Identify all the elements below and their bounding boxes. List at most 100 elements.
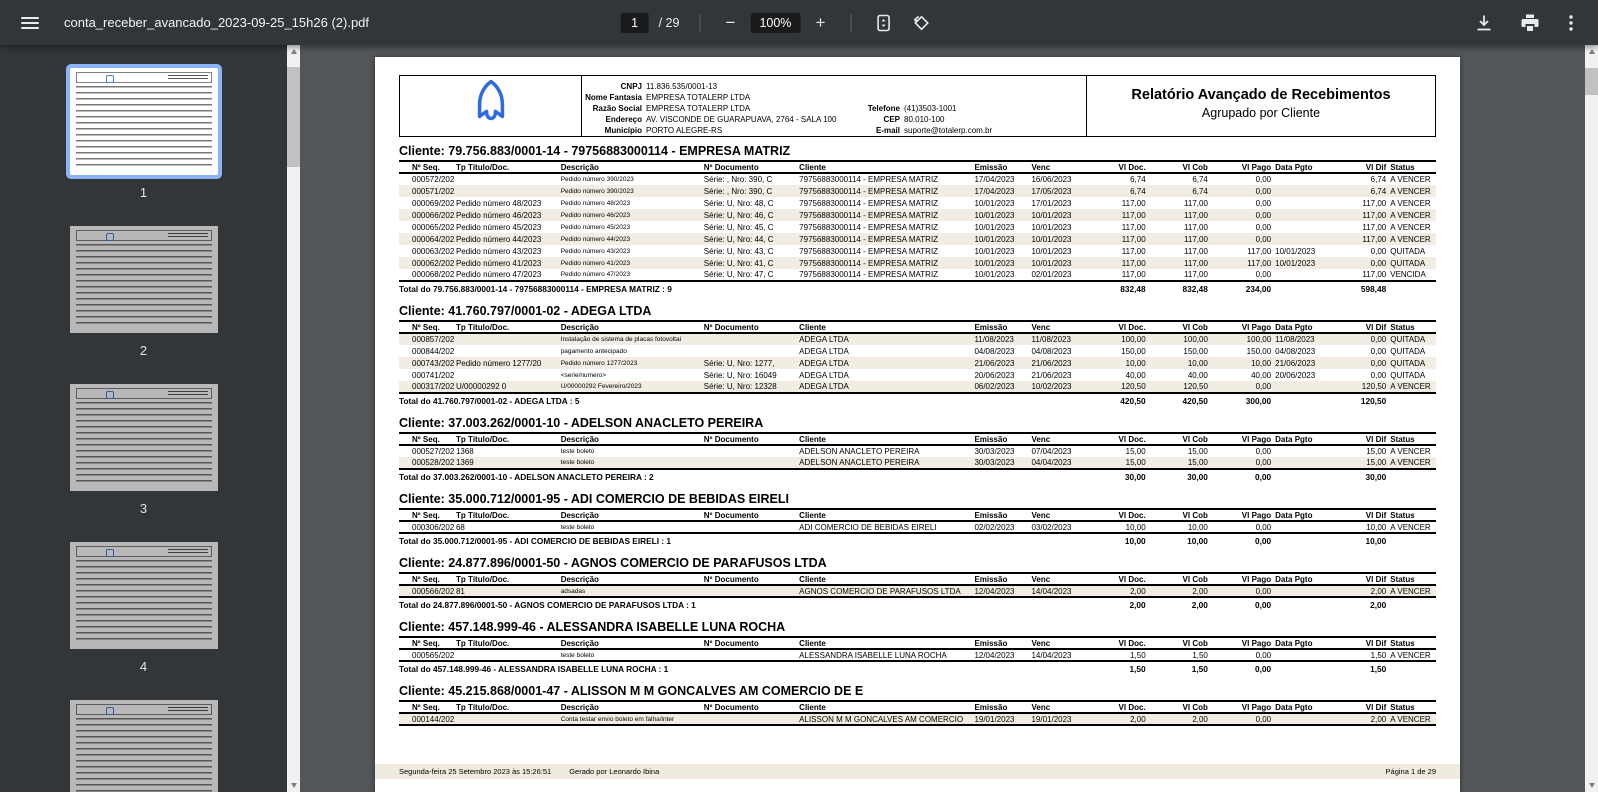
table-cell: 10,00 — [1147, 357, 1210, 369]
column-header: Descrição — [558, 636, 702, 650]
table-cell: 16/06/2023 — [1031, 175, 1072, 184]
table-cell: Pedido número 48/2023 — [560, 199, 631, 207]
field-value: 11.836.535/0001-13 — [646, 82, 718, 91]
column-header: Vl Dif — [1333, 700, 1389, 714]
table-cell: ADELSON ANACLETO PEREIRA — [797, 457, 973, 470]
sidebar-scrollbar-thumb[interactable] — [287, 67, 300, 167]
total-value: 2,00 — [1370, 600, 1387, 610]
column-header: Nº Documento — [701, 572, 798, 586]
table-cell: A VENCER — [1388, 585, 1436, 598]
thumbnail-page-preview[interactable] — [69, 700, 218, 792]
column-header: Tp Título/Doc. — [453, 508, 559, 522]
page-thumbnail-1[interactable]: 1 — [65, 64, 222, 200]
thumbnail-page-preview[interactable] — [69, 226, 218, 333]
scroll-down-arrow[interactable] — [1585, 779, 1598, 792]
column-header: Vl Dif — [1333, 572, 1389, 586]
fit-page-button[interactable] — [867, 5, 899, 41]
table-cell: Pedido número 390/2023 — [558, 185, 702, 197]
page-thumbnail-2[interactable]: 2 — [69, 226, 218, 358]
zoom-in-button[interactable]: + — [806, 9, 834, 37]
total-label: Total do 79.756.883/0001-14 - 7975688300… — [399, 284, 672, 294]
page-number-input[interactable] — [620, 12, 649, 33]
total-label: Total do 457.148.999-46 - ALESSANDRA ISA… — [399, 664, 669, 674]
table-cell: 6,74 — [1192, 175, 1208, 184]
column-header: Vl Doc. — [1087, 636, 1148, 650]
sidebar-scrollbar[interactable] — [287, 45, 300, 792]
table-cell: 10/01/2023 — [1031, 246, 1072, 256]
table-cell: Instalação de sistema de placas fotovolt… — [558, 333, 702, 345]
table-cell: 150,00 — [1183, 346, 1208, 356]
table-cell: Pedido número 48/2023 — [455, 198, 542, 208]
table-cell: 79756883000114 - EMPRESA MATRIZ — [797, 269, 973, 282]
scroll-up-arrow[interactable] — [287, 45, 300, 58]
table-row: 000063/2023Pedido número 43/2023Pedido n… — [399, 245, 1436, 257]
table-header-row: Nº Seq. Tp Título/Doc. Descrição Nº Documen… — [399, 508, 1436, 522]
zoom-out-button[interactable]: − — [716, 9, 744, 37]
download-button[interactable] — [1464, 5, 1504, 41]
column-header: Vl Cob — [1147, 508, 1210, 522]
print-button[interactable] — [1510, 5, 1550, 41]
table-cell: 100,00 — [1087, 333, 1148, 345]
total-value: 420,50 — [1182, 396, 1208, 406]
table-cell: 0,00 — [1333, 333, 1389, 345]
total-value — [1388, 393, 1436, 406]
zoom-level[interactable]: 100% — [750, 12, 801, 33]
column-header: Tp Título/Doc. — [453, 320, 559, 334]
table-row: 000565/2023 teste boleto ALESSANDRA ISABEL… — [399, 649, 1436, 662]
total-value — [1388, 597, 1436, 610]
toolbar: conta_receber_avancado_2023-09-25_15h26 … — [0, 0, 1598, 45]
page-thumbnail-4[interactable]: 4 — [69, 542, 218, 674]
scroll-down-arrow[interactable] — [287, 779, 300, 792]
table-cell: teste boleto — [558, 521, 702, 534]
column-header: Data Pgto — [1273, 320, 1334, 334]
field-label: Razão Social — [592, 104, 642, 113]
table-cell: Série: U, Nro: 45, C — [703, 222, 774, 232]
table-cell: ADELSON ANACLETO PEREIRA — [799, 447, 920, 456]
thumbnail-mini-header — [75, 388, 212, 399]
menu-button[interactable] — [10, 5, 50, 41]
table-cell: Pedido número 43/2023 — [455, 246, 542, 256]
thumbnail-mini-content — [75, 546, 212, 645]
table-cell: 117,00 — [1333, 209, 1389, 221]
table-cell: 10/01/2023 — [1031, 222, 1072, 232]
page-thumbnail-5[interactable]: 5 — [69, 700, 218, 792]
table-cell: 17/04/2023 — [974, 175, 1015, 184]
column-header: Vl Pago — [1209, 636, 1274, 650]
table-cell: A VENCER — [1390, 222, 1431, 232]
table-cell — [701, 457, 798, 470]
table-cell: 15,00 — [1147, 457, 1210, 470]
table-cell: 15,00 — [1366, 447, 1387, 456]
column-header: Emissão — [972, 572, 1030, 586]
column-header: Emissão — [972, 508, 1030, 522]
more-options-button[interactable] — [1556, 5, 1586, 41]
main-scrollbar-thumb[interactable] — [1585, 68, 1598, 95]
column-header: Nº Seq. — [399, 508, 454, 522]
table-cell: 0,00 — [1209, 209, 1274, 221]
table-cell: A VENCER — [1388, 649, 1436, 662]
thumbnail-page-preview[interactable] — [65, 64, 222, 179]
table-cell — [701, 649, 798, 662]
column-header: Nº Seq. — [399, 320, 454, 334]
column-header: Venc — [1029, 508, 1088, 522]
table-cell: 10/01/2023 — [972, 257, 1030, 269]
thumbnail-page-preview[interactable] — [69, 384, 218, 491]
column-header: Venc — [1029, 700, 1088, 714]
table-header-row: Nº Seq. Tp Título/Doc. Descrição Nº Documen… — [399, 320, 1436, 334]
main-scrollbar[interactable] — [1585, 45, 1598, 792]
client-heading: Cliente: 24.877.896/0001-50 - AGNOS COME… — [399, 556, 827, 570]
client-heading: Cliente: 35.000.712/0001-95 - ADI COMERC… — [399, 492, 789, 506]
rotate-button[interactable] — [905, 5, 937, 41]
scroll-up-arrow[interactable] — [1585, 45, 1598, 58]
page-thumbnail-3[interactable]: 3 — [69, 384, 218, 516]
table-cell — [1273, 521, 1334, 534]
table-cell: 100,00 — [1209, 333, 1274, 345]
kebab-icon — [1561, 13, 1581, 33]
client-group-6: Cliente: 457.148.999-46 - ALESSANDRA ISA… — [399, 620, 1436, 674]
table-cell: 79756883000114 - EMPRESA MATRIZ — [797, 185, 973, 197]
table-cell: 04/04/2023 — [1029, 457, 1088, 470]
table-row: 000857/2023 Instalação de sistema de plac… — [399, 333, 1436, 345]
column-header: Nº Documento — [701, 700, 798, 714]
table-cell: 0,00 — [1333, 357, 1389, 369]
thumbnail-page-preview[interactable] — [69, 542, 218, 649]
table-cell — [1273, 233, 1334, 245]
